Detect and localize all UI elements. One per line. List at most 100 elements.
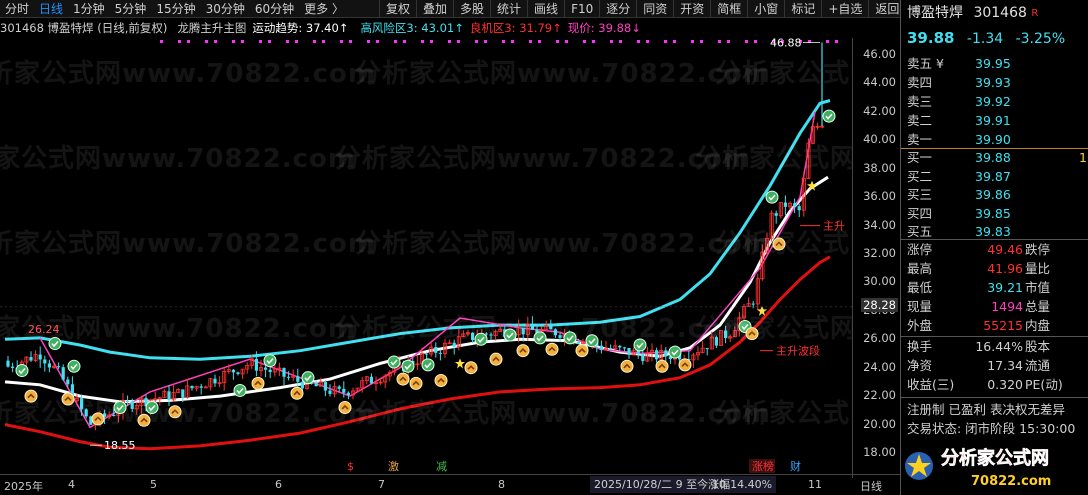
buy-signal-icon [301, 371, 315, 385]
signal-dot [529, 40, 532, 43]
signal-dot [394, 40, 397, 43]
period-tab[interactable]: 更多 〉 [299, 0, 349, 18]
candle-body [655, 350, 659, 360]
signal-dot [745, 40, 748, 43]
ask-price: 39.91 [975, 113, 1011, 128]
signal-dot [241, 40, 244, 43]
stat-label: 最低 [907, 280, 933, 295]
signal-dot [835, 40, 838, 43]
buy-signal-icon [233, 383, 247, 397]
candle-body [599, 345, 603, 350]
candle-body [530, 324, 534, 330]
kline-chart[interactable]: 46.88 26.24 18.55 主升主升波段 $ 激 减 涨榜 财 [0, 38, 900, 495]
sell-signal-icon [338, 401, 352, 415]
stat-label: 流通 [1025, 358, 1051, 373]
bid-row: 买四 39.85 [901, 204, 1088, 223]
sell-signal-icon [620, 359, 634, 373]
candle-body [84, 409, 88, 417]
candle-body [130, 401, 134, 409]
date-tick: 5 [150, 478, 157, 491]
buy-signal-icon [822, 109, 836, 123]
toolbar-button[interactable]: 画线 [527, 0, 564, 18]
stock-header: 博盈特焊 301468 R [901, 4, 1088, 23]
registration-info: 注册制 已盈利 表决权无差异 [907, 402, 1065, 417]
candle-body [618, 345, 622, 348]
bid-label: 买三 [907, 187, 933, 202]
toolbar-button[interactable]: 复权 [378, 0, 416, 18]
candle-body [181, 389, 185, 398]
price-tick: 44.00 [863, 75, 896, 90]
stat-row: 换手 16.44% 股本 [901, 337, 1088, 356]
period-tab[interactable]: 分时 [0, 0, 34, 18]
date-tick: 10 [712, 478, 726, 491]
sell-signal-icon [655, 359, 669, 373]
price-tick: 42.00 [863, 103, 896, 118]
toolbar-button[interactable]: 简框 [710, 0, 747, 18]
toolbar-button[interactable]: 同资 [636, 0, 673, 18]
price-line: 39.88 -1.34 -3.25% [901, 29, 1088, 48]
stat-label: 量比 [1025, 261, 1051, 276]
buy-signal-icon [113, 401, 127, 415]
buy-signal-icon [474, 332, 488, 346]
toolbar-button[interactable]: 叠加 [416, 0, 453, 18]
bid-label: 买二 [907, 168, 933, 184]
stat-label: 最高 [907, 261, 933, 276]
period-tab[interactable]: 1分钟 [68, 0, 110, 18]
period-tab[interactable]: 60分钟 [250, 0, 299, 18]
svg-text:70822.com: 70822.com [971, 474, 1051, 489]
candle-body [314, 382, 318, 387]
stat-value: 41.96 [987, 261, 1023, 276]
toolbar-button[interactable]: 小窗 [747, 0, 784, 18]
buy-signal-icon [533, 331, 547, 345]
stat-label: 现量 [907, 299, 933, 314]
bid-price: 39.88 [975, 150, 1011, 165]
ask-row: 卖三 39.92 [901, 92, 1088, 111]
stat-value: 16.44% [975, 339, 1023, 354]
toolbar-button[interactable]: F10 [564, 0, 599, 18]
stat-value: 55215 [983, 318, 1023, 333]
stat-value: 17.34 [987, 358, 1023, 373]
indicator-name[interactable]: 龙腾主升主图 [177, 20, 246, 36]
signal-dot [826, 40, 829, 43]
ask-label: 卖一 [907, 132, 933, 147]
signal-dot [565, 40, 568, 43]
buy-signal-icon [67, 359, 81, 373]
period-tab[interactable]: 5分钟 [110, 0, 152, 18]
bid-volume: 1 [1079, 150, 1087, 165]
toolbar-button[interactable]: 多股 [453, 0, 490, 18]
stat-row: 最低 39.21 市值 [901, 278, 1088, 297]
signal-dot [700, 40, 703, 43]
buy-signal-icon [765, 190, 779, 204]
brand-logo-graphic: 分析家公式网 70822.com [905, 447, 1051, 489]
signal-dot [421, 40, 424, 43]
candle-body [337, 386, 341, 389]
stock-chart-app: 分时 日线 1分钟 5分钟 15分钟 30分钟 60分钟 更多 〉 复权 叠加 多股 统计 画线 F10 逐… [0, 0, 1088, 495]
toolbar-button[interactable]: 标记 [784, 0, 821, 18]
price-tick: 46.00 [863, 47, 896, 61]
ask-price: 39.92 [975, 94, 1011, 109]
sell-signal-icon [745, 327, 759, 341]
buy-signal-icon [585, 334, 599, 348]
toolbar-button[interactable]: 逐分 [599, 0, 636, 18]
candle-body [425, 353, 429, 355]
toolbar-button[interactable]: 统计 [490, 0, 527, 18]
buy-signal-icon [48, 337, 62, 351]
signal-dot [259, 40, 262, 43]
signal-dot [403, 40, 406, 43]
period-tab[interactable]: 15分钟 [151, 0, 200, 18]
stat-label: 跌停 [1025, 242, 1051, 257]
period-tab[interactable]: 30分钟 [201, 0, 250, 18]
ask-price: 39.90 [975, 132, 1011, 147]
signal-dot [637, 40, 640, 43]
signal-dot [232, 40, 235, 43]
signal-dot [187, 40, 190, 43]
candle-body [11, 366, 15, 368]
stat-label: 净资 [907, 358, 933, 373]
candle-body [47, 363, 51, 368]
toolbar-button[interactable]: 开资 [673, 0, 710, 18]
price-tick: 32.00 [863, 246, 896, 260]
period-tab[interactable]: 日线 [34, 0, 68, 18]
signal-dot [691, 40, 694, 43]
toolbar-button[interactable]: +自选 [821, 0, 868, 18]
signal-dot [322, 40, 325, 43]
